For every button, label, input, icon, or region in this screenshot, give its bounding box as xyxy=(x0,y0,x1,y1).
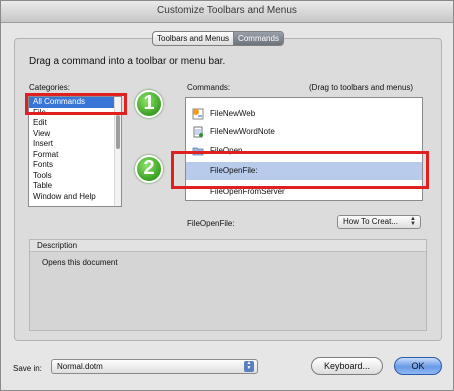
ok-button[interactable]: OK xyxy=(394,357,442,375)
command-item-selected[interactable]: FileOpenFile: xyxy=(186,162,422,180)
save-in-label: Save in: xyxy=(13,364,42,373)
chevron-updown-icon: ▲ ▼ xyxy=(244,361,254,372)
command-item[interactable]: FileOpen xyxy=(186,142,422,160)
commands-list[interactable]: FileNewWeb FileNewWordNote FileOpen File… xyxy=(185,97,423,201)
how-to-create-popup[interactable]: How To Creat... ▲ ▼ xyxy=(337,215,421,229)
category-fonts[interactable]: Fonts xyxy=(29,160,121,171)
keyboard-button[interactable]: Keyboard... xyxy=(311,357,383,375)
command-item[interactable]: FileNewWordNote xyxy=(186,123,422,141)
command-label: FileOpenFromServer xyxy=(210,187,285,196)
tab-toolbars-and-menus[interactable]: Toolbars and Menus xyxy=(153,32,233,45)
how-to-create-label: How To Creat... xyxy=(343,217,398,226)
category-table[interactable]: Table xyxy=(29,181,121,192)
command-item[interactable]: FileNewWeb xyxy=(186,105,422,123)
category-view[interactable]: View xyxy=(29,129,121,140)
save-in-select[interactable]: Normal.dotm ▲ ▼ xyxy=(51,359,258,374)
categories-scrollbar[interactable] xyxy=(114,97,121,206)
categories-scroll-thumb[interactable] xyxy=(116,115,120,149)
document-note-icon xyxy=(192,126,204,138)
description-box: Description Opens this document xyxy=(29,239,427,331)
web-page-icon xyxy=(192,108,204,120)
commands-label: Commands: xyxy=(187,83,231,92)
window-title: Customize Toolbars and Menus xyxy=(1,1,453,23)
category-tools[interactable]: Tools xyxy=(29,171,121,182)
description-header: Description xyxy=(30,240,426,252)
save-in-value: Normal.dotm xyxy=(57,362,103,371)
step-2-badge: 2 xyxy=(135,155,163,183)
description-text: Opens this document xyxy=(42,258,118,267)
command-label: FileNewWeb xyxy=(210,109,256,118)
command-item[interactable]: FileOpenFromServer xyxy=(186,183,422,200)
category-insert[interactable]: Insert xyxy=(29,139,121,150)
category-format[interactable]: Format xyxy=(29,150,121,161)
category-window-and-help[interactable]: Window and Help xyxy=(29,192,121,203)
customize-dialog: Customize Toolbars and Menus Toolbars an… xyxy=(0,0,454,391)
folder-open-icon xyxy=(192,145,204,157)
categories-list[interactable]: All Commands File Edit View Insert Forma… xyxy=(28,96,122,207)
category-edit[interactable]: Edit xyxy=(29,118,121,129)
category-all-commands[interactable]: All Commands xyxy=(29,97,121,108)
chevron-updown-icon: ▲ ▼ xyxy=(410,216,416,227)
tab-bar: Toolbars and Menus Commands xyxy=(152,31,284,46)
selected-command-name: FileOpenFile: xyxy=(187,219,235,228)
instruction-text: Drag a command into a toolbar or menu ba… xyxy=(29,56,226,67)
category-file[interactable]: File xyxy=(29,108,121,119)
tab-commands[interactable]: Commands xyxy=(233,32,283,45)
categories-label: Categories: xyxy=(29,83,70,92)
drag-hint: (Drag to toolbars and menus) xyxy=(309,83,414,92)
command-label: FileNewWordNote xyxy=(210,127,275,136)
command-label: FileOpen xyxy=(210,146,243,155)
step-1-badge: 1 xyxy=(135,90,163,118)
command-label: FileOpenFile: xyxy=(210,166,258,175)
